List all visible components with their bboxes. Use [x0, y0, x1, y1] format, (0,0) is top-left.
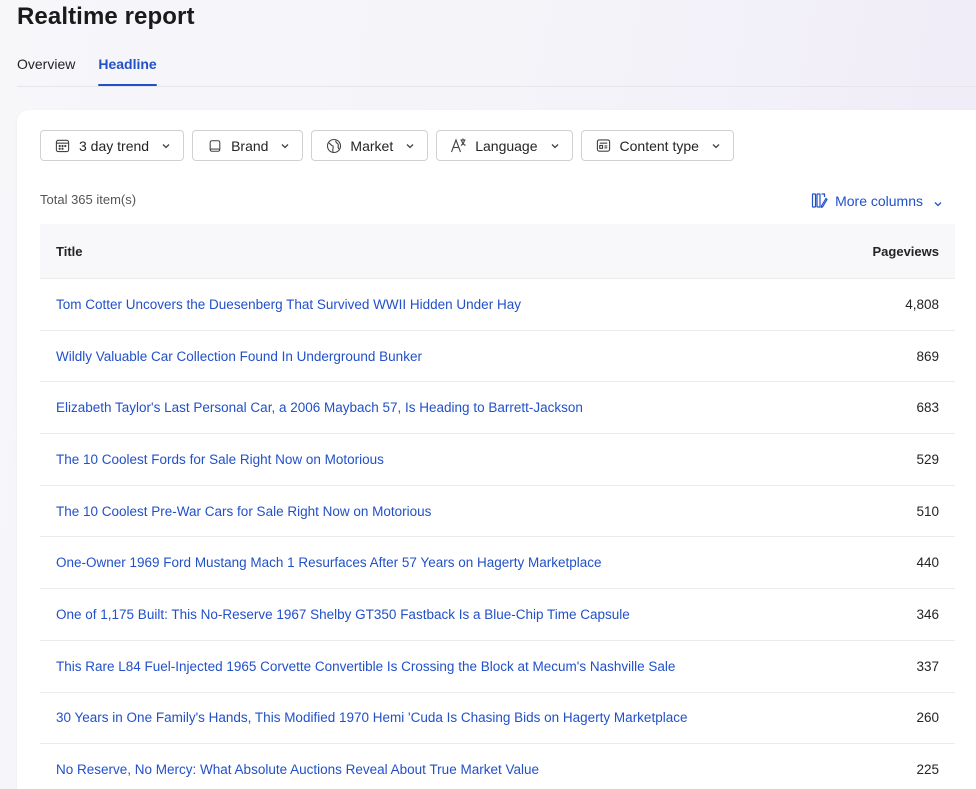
more-columns-label: More columns	[835, 192, 923, 209]
tab-headline[interactable]: Headline	[98, 56, 158, 87]
translate-icon	[450, 137, 467, 154]
calendar-icon	[54, 137, 71, 154]
pageviews-value: 869	[916, 348, 939, 364]
headline-link[interactable]: Wildly Valuable Car Collection Found In …	[56, 349, 422, 364]
pageviews-value: 510	[916, 503, 939, 519]
pageviews-value: 529	[916, 451, 939, 467]
chevron-down-icon	[550, 141, 560, 151]
language-filter-label: Language	[475, 137, 538, 154]
total-count: Total 365 item(s)	[40, 192, 137, 207]
chevron-down-icon	[161, 141, 171, 151]
chevron-down-icon	[280, 141, 290, 151]
document-icon	[595, 137, 612, 154]
table-row: This Rare L84 Fuel-Injected 1965 Corvett…	[40, 641, 955, 693]
table-row: One-Owner 1969 Ford Mustang Mach 1 Resur…	[40, 537, 955, 590]
pageviews-value: 683	[916, 400, 939, 416]
chevron-down-icon	[933, 196, 943, 206]
headline-link[interactable]: One-Owner 1969 Ford Mustang Mach 1 Resur…	[56, 555, 602, 570]
tab-bar: Overview Headline	[17, 56, 976, 87]
content-type-filter-button[interactable]: Content type	[580, 130, 734, 161]
brand-filter-label: Brand	[231, 137, 269, 154]
market-filter-label: Market	[350, 137, 394, 154]
headline-link[interactable]: The 10 Coolest Fords for Sale Right Now …	[56, 452, 384, 467]
filter-bar: 3 day trend Brand Market Language Conten…	[40, 130, 734, 161]
headline-link[interactable]: The 10 Coolest Pre-War Cars for Sale Rig…	[56, 504, 431, 519]
headline-link[interactable]: 30 Years in One Family's Hands, This Mod…	[56, 710, 687, 725]
column-header-title[interactable]: Title	[56, 244, 83, 259]
square-icon	[206, 137, 223, 154]
headline-link[interactable]: This Rare L84 Fuel-Injected 1965 Corvett…	[56, 659, 675, 674]
headline-link[interactable]: Elizabeth Taylor's Last Personal Car, a …	[56, 400, 583, 415]
chevron-down-icon	[405, 141, 415, 151]
table-row: No Reserve, No Mercy: What Absolute Auct…	[40, 744, 955, 789]
table-row: Elizabeth Taylor's Last Personal Car, a …	[40, 382, 955, 435]
pageviews-value: 337	[916, 658, 939, 674]
pageviews-value: 260	[916, 710, 939, 726]
table-row: One of 1,175 Built: This No-Reserve 1967…	[40, 589, 955, 641]
trend-filter-label: 3 day trend	[79, 137, 150, 154]
pageviews-value: 346	[916, 606, 939, 622]
table-row: Wildly Valuable Car Collection Found In …	[40, 331, 955, 383]
headline-link[interactable]: No Reserve, No Mercy: What Absolute Auct…	[56, 762, 539, 777]
column-edit-icon	[811, 192, 828, 209]
headline-link[interactable]: Tom Cotter Uncovers the Duesenberg That …	[56, 297, 521, 312]
table-row: The 10 Coolest Pre-War Cars for Sale Rig…	[40, 486, 955, 538]
chevron-down-icon	[711, 141, 721, 151]
tab-overview[interactable]: Overview	[17, 56, 75, 87]
trend-filter-button[interactable]: 3 day trend	[40, 130, 185, 161]
page-title: Realtime report	[17, 3, 195, 30]
table-row: Tom Cotter Uncovers the Duesenberg That …	[40, 279, 955, 331]
pageviews-value: 440	[916, 555, 939, 571]
language-filter-button[interactable]: Language	[436, 130, 573, 161]
brand-filter-button[interactable]: Brand	[192, 130, 304, 161]
content-type-filter-label: Content type	[619, 137, 699, 154]
table-row: 30 Years in One Family's Hands, This Mod…	[40, 693, 955, 745]
pageviews-value: 225	[916, 762, 939, 778]
headline-table: Title Pageviews Tom Cotter Uncovers the …	[40, 224, 955, 789]
pageviews-value: 4,808	[905, 296, 939, 312]
table-header: Title Pageviews	[40, 224, 955, 279]
column-header-pageviews[interactable]: Pageviews	[873, 244, 940, 259]
globe-icon	[325, 137, 342, 154]
market-filter-button[interactable]: Market	[311, 130, 429, 161]
report-card: 3 day trend Brand Market Language Conten…	[17, 110, 976, 789]
more-columns-button[interactable]: More columns	[811, 192, 943, 209]
table-row: The 10 Coolest Fords for Sale Right Now …	[40, 434, 955, 486]
headline-link[interactable]: One of 1,175 Built: This No-Reserve 1967…	[56, 607, 630, 622]
